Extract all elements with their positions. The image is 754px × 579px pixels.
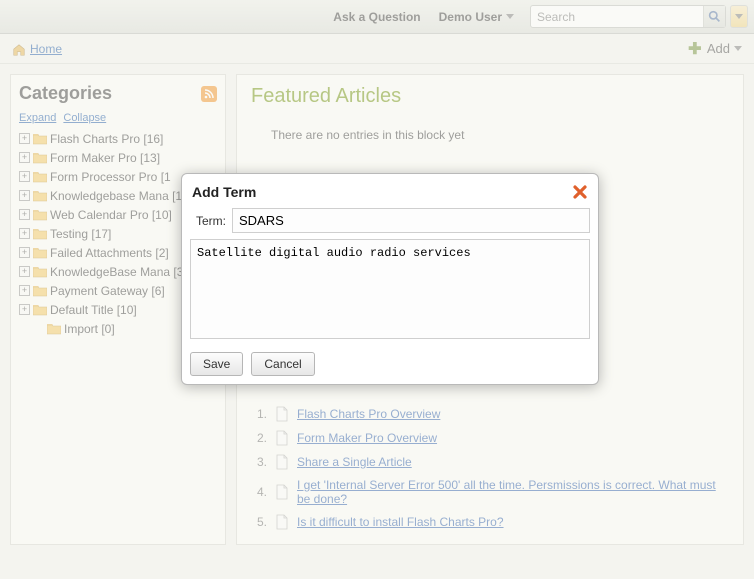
term-input[interactable] — [232, 208, 590, 233]
add-term-dialog: Add Term Term: Save Cancel — [181, 173, 599, 385]
close-button[interactable] — [572, 184, 588, 200]
term-label: Term: — [190, 214, 226, 228]
save-button[interactable]: Save — [190, 352, 243, 376]
description-textarea[interactable] — [190, 239, 590, 339]
close-icon — [573, 185, 587, 199]
modal-title: Add Term — [192, 184, 256, 200]
cancel-button[interactable]: Cancel — [251, 352, 314, 376]
